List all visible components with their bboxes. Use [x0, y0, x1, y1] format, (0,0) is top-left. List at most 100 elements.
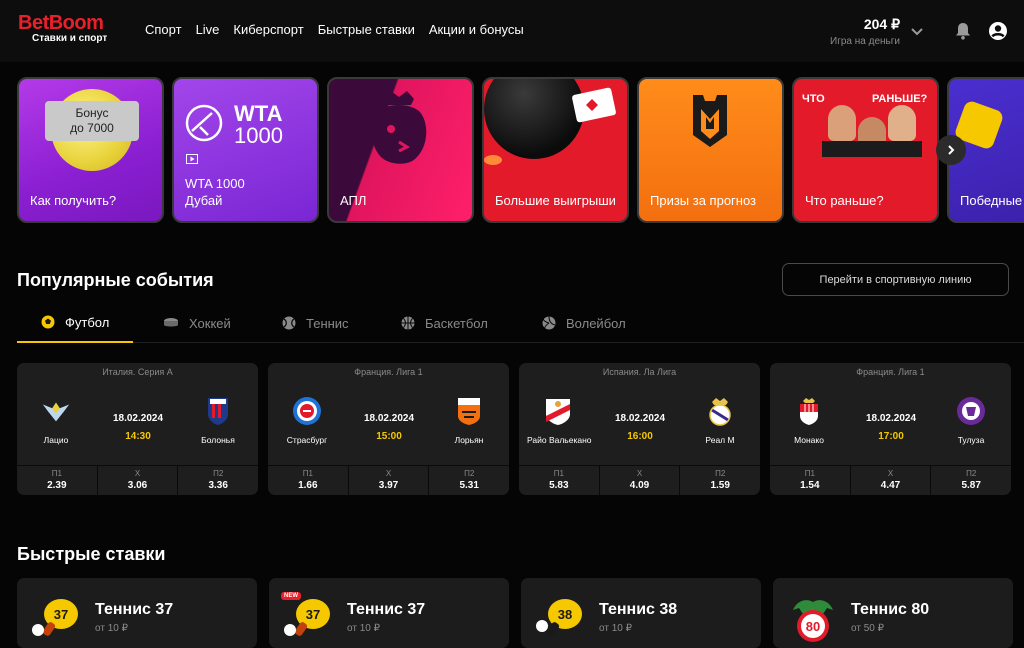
odd-label: Х	[636, 469, 643, 478]
promo-label: Как получить?	[30, 193, 117, 208]
tab-volleyball[interactable]: Волейбол	[542, 303, 626, 343]
event-card[interactable]: Франция. Лига 1 Монако 18.02.2024 17:00 …	[770, 363, 1011, 495]
lazio-logo-icon	[41, 396, 71, 426]
people-shirts	[822, 141, 922, 157]
odd-home[interactable]: П1 2.39	[17, 466, 98, 495]
balance-widget[interactable]: 204 ₽ Игра на деньги	[830, 16, 900, 47]
odds-row: П1 2.39 Х 3.06 П2 3.36	[17, 465, 258, 495]
quick-bet-title: Теннис 37	[95, 601, 174, 618]
nav-sport[interactable]: Спорт	[145, 22, 182, 37]
promo-card-what-first[interactable]: ЧТО РАНЬШЕ? Что раньше?	[792, 77, 939, 223]
balance-amount: 204 ₽	[863, 16, 900, 32]
promo-card-prizes[interactable]: Призы за прогноз	[637, 77, 784, 223]
basketball-icon	[401, 316, 415, 330]
odd-home[interactable]: П1 5.83	[519, 466, 600, 495]
sport-tabs: Футбол Хоккей Теннис Баскетбол Волейбол	[17, 303, 1024, 343]
table-tennis-icon: 38	[536, 599, 582, 636]
tab-hockey[interactable]: Хоккей	[163, 303, 231, 343]
event-team-home[interactable]: Страсбург	[276, 396, 338, 445]
top-header: BetBoom Ставки и спорт Спорт Live Киберс…	[0, 0, 1024, 62]
event-team-home[interactable]: Монако	[778, 396, 840, 445]
event-card[interactable]: Италия. Серия А Лацио 18.02.2024 14:30 Б…	[17, 363, 258, 495]
chevron-down-icon[interactable]	[910, 24, 924, 42]
tab-football[interactable]: Футбол	[17, 303, 134, 343]
betboom-logo[interactable]: BetBoom Ставки и спорт	[18, 12, 128, 44]
wta-logo-bottom: 1000	[234, 123, 283, 148]
event-date: 18.02.2024	[865, 413, 917, 424]
nav-quick-bets[interactable]: Быстрые ставки	[318, 22, 415, 37]
quick-bet-price: от 50 ₽	[851, 623, 884, 634]
odd-draw[interactable]: Х 4.09	[600, 466, 681, 495]
odds-row: П1 1.54 Х 4.47 П2 5.87	[770, 465, 1011, 495]
main-nav: Спорт Live Киберспорт Быстрые ставки Акц…	[145, 22, 538, 37]
promo-card-apl[interactable]: АПЛ	[327, 77, 474, 223]
svg-text:80: 80	[806, 619, 820, 634]
odd-label: П1	[553, 469, 564, 478]
team-name: Страсбург	[286, 435, 328, 445]
promo-card-big-wins[interactable]: Большие выигрыши	[482, 77, 629, 223]
shield-logo-icon	[693, 95, 727, 147]
event-team-away[interactable]: Болонья	[184, 396, 252, 445]
nav-esports[interactable]: Киберспорт	[233, 22, 303, 37]
promo-label: WTA 1000 Дубай	[185, 175, 245, 209]
event-team-home[interactable]: Лацио	[25, 396, 87, 445]
odds-row: П1 1.66 Х 3.97 П2 5.31	[268, 465, 509, 495]
event-team-away[interactable]: Тулуза	[937, 396, 1005, 445]
card-icon	[572, 87, 616, 123]
tennis-player-icon	[185, 104, 223, 142]
football-ball	[484, 79, 584, 159]
tab-label: Баскетбол	[425, 315, 488, 331]
sport-line-button[interactable]: Перейти в спортивную линию	[782, 263, 1009, 296]
promo-card-bonus[interactable]: Бонус до 7000 Как получить?	[17, 77, 164, 223]
nav-promotions[interactable]: Акции и бонусы	[429, 22, 524, 37]
event-team-home[interactable]: Райо Вальекано	[527, 396, 592, 445]
art-text-left: ЧТО	[802, 93, 825, 105]
carousel-next-button[interactable]	[936, 135, 966, 165]
event-date: 18.02.2024	[363, 413, 415, 424]
promo-label-line2: Дубай	[185, 193, 223, 208]
promo-card-wta[interactable]: WTA 1000 WTA 1000 Дубай	[172, 77, 319, 223]
event-time: 17:00	[878, 431, 904, 442]
team-name: Болонья	[201, 435, 235, 445]
event-league: Испания. Ла Лига	[602, 367, 677, 377]
odd-label: П1	[302, 469, 313, 478]
bologna-logo-icon	[203, 396, 233, 426]
promo-label: АПЛ	[340, 193, 367, 208]
odd-draw[interactable]: Х 4.47	[851, 466, 932, 495]
odd-value: 5.87	[961, 480, 981, 491]
odd-label: П2	[715, 469, 726, 478]
odd-value: 4.09	[629, 480, 650, 491]
svg-text:37: 37	[54, 607, 68, 622]
event-time: 15:00	[376, 431, 402, 442]
promo-label-line1: WTA 1000	[185, 176, 245, 191]
person-1	[828, 105, 856, 141]
odd-value: 5.31	[459, 480, 479, 491]
odd-away[interactable]: П2 5.31	[429, 466, 509, 495]
nav-live[interactable]: Live	[196, 22, 220, 37]
bonus-badge-line1: Бонус	[75, 106, 109, 120]
event-card[interactable]: Испания. Ла Лига Райо Вальекано 18.02.20…	[519, 363, 760, 495]
tab-basketball[interactable]: Баскетбол	[401, 303, 488, 343]
odd-home[interactable]: П1 1.66	[268, 466, 349, 495]
bell-icon[interactable]	[955, 22, 971, 45]
event-league: Франция. Лига 1	[856, 367, 925, 377]
event-time: 14:30	[125, 431, 151, 442]
user-icon[interactable]	[988, 21, 1008, 46]
odd-away[interactable]: П2 3.36	[178, 466, 258, 495]
person-3	[888, 105, 916, 141]
team-name: Тулуза	[957, 435, 985, 445]
team-name: Райо Вальекано	[527, 435, 592, 445]
odd-draw[interactable]: Х 3.97	[349, 466, 430, 495]
tab-label: Футбол	[65, 314, 110, 330]
odd-draw[interactable]: Х 3.06	[98, 466, 179, 495]
event-team-away[interactable]: Реал М	[686, 396, 754, 445]
odd-away[interactable]: П2 5.87	[931, 466, 1011, 495]
tab-tennis[interactable]: Теннис	[282, 303, 349, 343]
odd-away[interactable]: П2 1.59	[680, 466, 760, 495]
event-card[interactable]: Франция. Лига 1 Страсбург 18.02.2024 15:…	[268, 363, 509, 495]
odd-home[interactable]: П1 1.54	[770, 466, 851, 495]
odd-value: 1.54	[800, 480, 820, 491]
promo-carousel: Бонус до 7000 Как получить? WTA 1000 WTA…	[17, 77, 1024, 223]
event-team-away[interactable]: Лорьян	[435, 396, 503, 445]
event-time: 16:00	[627, 431, 653, 442]
